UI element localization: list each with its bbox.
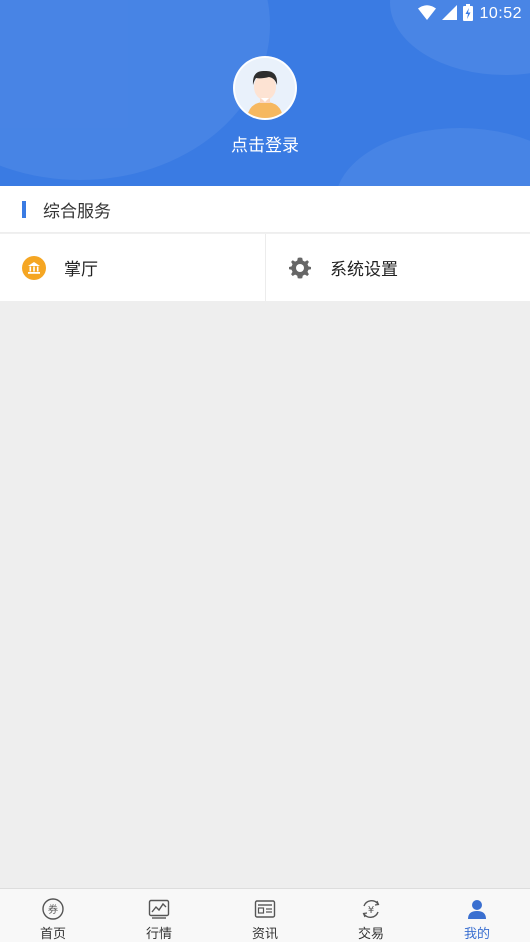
bottom-tab-bar: 券 首页 行情 资讯 ¥ 交易 我的 bbox=[0, 888, 530, 942]
tab-label: 资讯 bbox=[251, 927, 278, 942]
status-time: 10:52 bbox=[479, 5, 522, 22]
svg-text:¥: ¥ bbox=[368, 905, 374, 916]
tab-news[interactable]: 资讯 bbox=[212, 889, 318, 942]
yuan-exchange-icon: ¥ bbox=[359, 897, 383, 920]
section-header: 综合服务 bbox=[0, 186, 530, 232]
section-title: 综合服务 bbox=[43, 201, 111, 222]
news-icon bbox=[253, 897, 277, 920]
service-label: 掌厅 bbox=[64, 260, 98, 280]
user-icon bbox=[465, 897, 489, 920]
gear-icon bbox=[288, 256, 312, 280]
tab-trade[interactable]: ¥ 交易 bbox=[318, 889, 424, 942]
svg-text:券: 券 bbox=[48, 903, 58, 916]
profile-header: 10:52 点击登录 bbox=[0, 0, 530, 186]
tab-label: 交易 bbox=[357, 927, 384, 942]
tab-label: 行情 bbox=[145, 927, 172, 942]
signal-icon bbox=[442, 4, 458, 24]
tab-mine[interactable]: 我的 bbox=[424, 889, 530, 942]
service-grid: 掌厅 系统设置 bbox=[0, 233, 530, 301]
battery-icon bbox=[463, 3, 474, 25]
service-item-settings[interactable]: 系统设置 bbox=[265, 234, 530, 301]
status-bar: 10:52 bbox=[418, 2, 522, 26]
chart-icon bbox=[147, 897, 171, 920]
tab-home[interactable]: 券 首页 bbox=[0, 889, 106, 942]
login-link[interactable]: 点击登录 bbox=[0, 131, 530, 156]
tab-label: 我的 bbox=[463, 927, 490, 942]
tab-market[interactable]: 行情 bbox=[106, 889, 212, 942]
bank-icon bbox=[22, 255, 46, 280]
avatar[interactable] bbox=[233, 56, 297, 120]
wifi-icon bbox=[418, 4, 437, 24]
tab-label: 首页 bbox=[39, 927, 66, 942]
section-accent-bar bbox=[22, 200, 26, 218]
coupon-icon: 券 bbox=[41, 897, 65, 920]
service-label: 系统设置 bbox=[330, 260, 398, 280]
service-item-hall[interactable]: 掌厅 bbox=[0, 234, 265, 301]
